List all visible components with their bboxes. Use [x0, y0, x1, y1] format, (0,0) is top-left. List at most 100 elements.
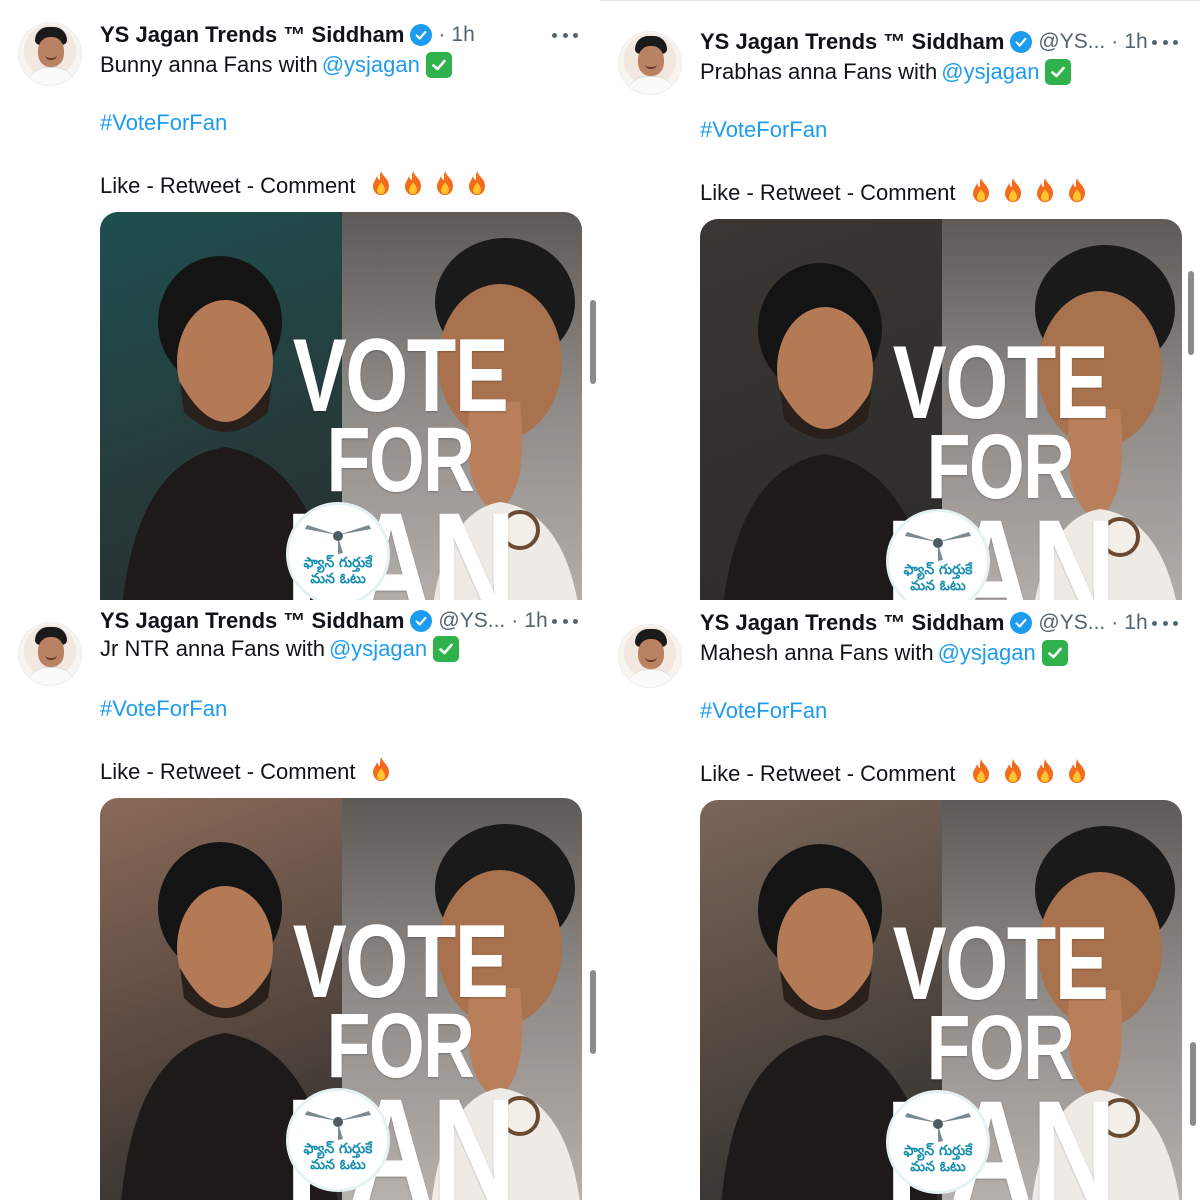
badge-text-line-2: మన ఓటు — [910, 1159, 966, 1175]
fire-emoji-group — [360, 170, 488, 202]
verified-badge-icon — [1010, 31, 1033, 53]
mention-link[interactable]: @ysjagan — [938, 640, 1036, 666]
tweet-card[interactable]: YS Jagan Trends ™ Siddham @YS... · 1h Pr… — [600, 0, 1200, 600]
hashtag-link[interactable]: #VoteForFan — [100, 110, 227, 136]
ceiling-fan-icon — [305, 1110, 371, 1140]
hashtag-link[interactable]: #VoteForFan — [100, 696, 227, 722]
tweet-text-prefix: Prabhas anna Fans with — [700, 59, 938, 84]
scrollbar-thumb[interactable] — [590, 300, 596, 384]
hashtag-line: #VoteForFan — [700, 117, 827, 143]
separator-dot: · — [1111, 611, 1119, 634]
badge-text-line-2: మన ఓటు — [910, 578, 966, 594]
check-mark-emoji-icon — [1045, 59, 1072, 85]
timestamp[interactable]: 1h — [451, 23, 474, 47]
separator-dot: · — [511, 609, 519, 632]
fire-emoji-group — [360, 756, 392, 788]
cta-line: Like - Retweet - Comment — [700, 758, 1088, 790]
fire-emoji-icon — [1034, 177, 1056, 203]
author-name[interactable]: YS Jagan Trends ™ Siddham — [100, 608, 404, 634]
timestamp[interactable]: 1h — [1124, 30, 1147, 54]
tweet-text-prefix: Mahesh anna Fans with — [700, 640, 934, 665]
fire-emoji-icon — [1002, 177, 1024, 203]
hashtag-line: #VoteForFan — [100, 110, 227, 136]
check-mark-emoji-icon — [433, 636, 460, 662]
tweet-image[interactable]: VOTE FOR FAN ఫ్యాన్ గుర్తుకే మన ఓటు — [100, 212, 582, 600]
author-name[interactable]: YS Jagan Trends ™ Siddham — [700, 29, 1004, 55]
tweet-image[interactable]: VOTE FOR FAN ఫ్యాన్ గుర్తుకే మన ఓటు — [100, 798, 582, 1200]
timestamp[interactable]: 1h — [1124, 611, 1147, 635]
cta-text: Like - Retweet - Comment — [100, 173, 356, 198]
avatar-face — [638, 639, 664, 669]
check-mark-emoji-icon — [1041, 640, 1068, 666]
badge-text-line-1: ఫ్యాన్ గుర్తుకే — [903, 561, 973, 578]
fire-emoji-icon — [466, 170, 488, 196]
fan-symbol-badge: ఫ్యాన్ గుర్తుకే మన ఓటు — [286, 1088, 390, 1192]
scrollbar-thumb[interactable] — [1188, 271, 1194, 355]
tweet-text-line: Mahesh anna Fans with @ysjagan — [700, 640, 1068, 666]
more-options-icon[interactable] — [1152, 618, 1178, 628]
tweet-card[interactable]: YS Jagan Trends ™ Siddham · 1h Bunny ann… — [0, 0, 600, 600]
fire-emoji-icon — [1066, 177, 1088, 203]
badge-text-line-2: మన ఓటు — [310, 571, 366, 587]
fire-emoji-icon — [1002, 758, 1024, 784]
cta-text: Like - Retweet - Comment — [700, 180, 956, 205]
fan-symbol-badge: ఫ్యాన్ గుర్తుకే మన ఓటు — [886, 1090, 990, 1194]
hashtag-link[interactable]: #VoteForFan — [700, 117, 827, 143]
fire-emoji-icon — [402, 170, 424, 196]
avatar-shirt — [27, 667, 75, 685]
verified-badge-icon — [1010, 612, 1033, 634]
author-name[interactable]: YS Jagan Trends ™ Siddham — [100, 22, 404, 48]
cta-text: Like - Retweet - Comment — [700, 761, 956, 786]
avatar-face — [638, 46, 664, 76]
fire-emoji-icon — [1066, 758, 1088, 784]
author-handle[interactable]: @YS... — [438, 609, 505, 633]
cta-line: Like - Retweet - Comment — [100, 170, 488, 202]
headline-line-1: VOTE — [892, 325, 1109, 441]
avatar[interactable] — [18, 622, 82, 686]
headline-line-1: VOTE — [892, 906, 1109, 1022]
badge-text-line-1: ఫ్యాన్ గుర్తుకే — [303, 554, 373, 571]
hashtag-link[interactable]: #VoteForFan — [700, 698, 827, 724]
more-options-icon[interactable] — [552, 616, 578, 626]
tweet-text-line: Jr NTR anna Fans with @ysjagan — [100, 636, 460, 662]
more-options-icon[interactable] — [552, 30, 578, 40]
timestamp[interactable]: 1h — [524, 609, 547, 633]
verified-badge-icon — [410, 24, 433, 46]
tweet-text-line: Prabhas anna Fans with @ysjagan — [700, 59, 1072, 85]
avatar[interactable] — [618, 624, 682, 688]
mention-link[interactable]: @ysjagan — [941, 59, 1039, 85]
hashtag-line: #VoteForFan — [700, 698, 827, 724]
more-options-icon[interactable] — [1152, 37, 1178, 47]
scrollbar-thumb[interactable] — [1190, 1042, 1196, 1126]
cta-text: Like - Retweet - Comment — [100, 759, 356, 784]
fire-emoji-icon — [370, 756, 392, 782]
badge-text-line-1: ఫ్యాన్ గుర్తుకే — [303, 1140, 373, 1157]
tweet-text-line: Bunny anna Fans with @ysjagan — [100, 52, 452, 78]
fire-emoji-icon — [970, 177, 992, 203]
tweet-image[interactable]: VOTE FOR FAN ఫ్యాన్ గుర్తుకే మన ఓటు — [700, 800, 1182, 1200]
badge-text-line-2: మన ఓటు — [310, 1157, 366, 1173]
author-handle[interactable]: @YS... — [1038, 611, 1105, 635]
headline-line-1: VOTE — [292, 904, 509, 1020]
author-name[interactable]: YS Jagan Trends ™ Siddham — [700, 610, 1004, 636]
fire-emoji-icon — [370, 170, 392, 196]
badge-text-line-1: ఫ్యాన్ గుర్తుకే — [903, 1142, 973, 1159]
fire-emoji-group — [960, 758, 1088, 790]
hashtag-line: #VoteForFan — [100, 696, 227, 722]
author-row: YS Jagan Trends ™ Siddham @YS... · 1h — [700, 608, 1148, 638]
tweet-card[interactable]: YS Jagan Trends ™ Siddham @YS... · 1h Jr… — [0, 600, 600, 1200]
tweet-image[interactable]: VOTE FOR FAN ఫ్యాన్ గుర్తుకే మన ఓటు — [700, 219, 1182, 600]
scrollbar-thumb[interactable] — [590, 970, 596, 1054]
separator-dot: · — [438, 23, 446, 46]
avatar-shirt — [27, 67, 75, 85]
author-handle[interactable]: @YS... — [1038, 30, 1105, 54]
avatar[interactable] — [18, 22, 82, 86]
mention-link[interactable]: @ysjagan — [329, 636, 427, 662]
avatar[interactable] — [618, 31, 682, 95]
tweet-card[interactable]: YS Jagan Trends ™ Siddham @YS... · 1h Ma… — [600, 600, 1200, 1200]
fan-symbol-badge: ఫ్యాన్ గుర్తుకే మన ఓటు — [286, 502, 390, 600]
author-row: YS Jagan Trends ™ Siddham @YS... · 1h — [100, 606, 548, 636]
check-mark-emoji-icon — [425, 52, 452, 78]
mention-link[interactable]: @ysjagan — [322, 52, 420, 78]
separator-dot: · — [1111, 30, 1119, 53]
